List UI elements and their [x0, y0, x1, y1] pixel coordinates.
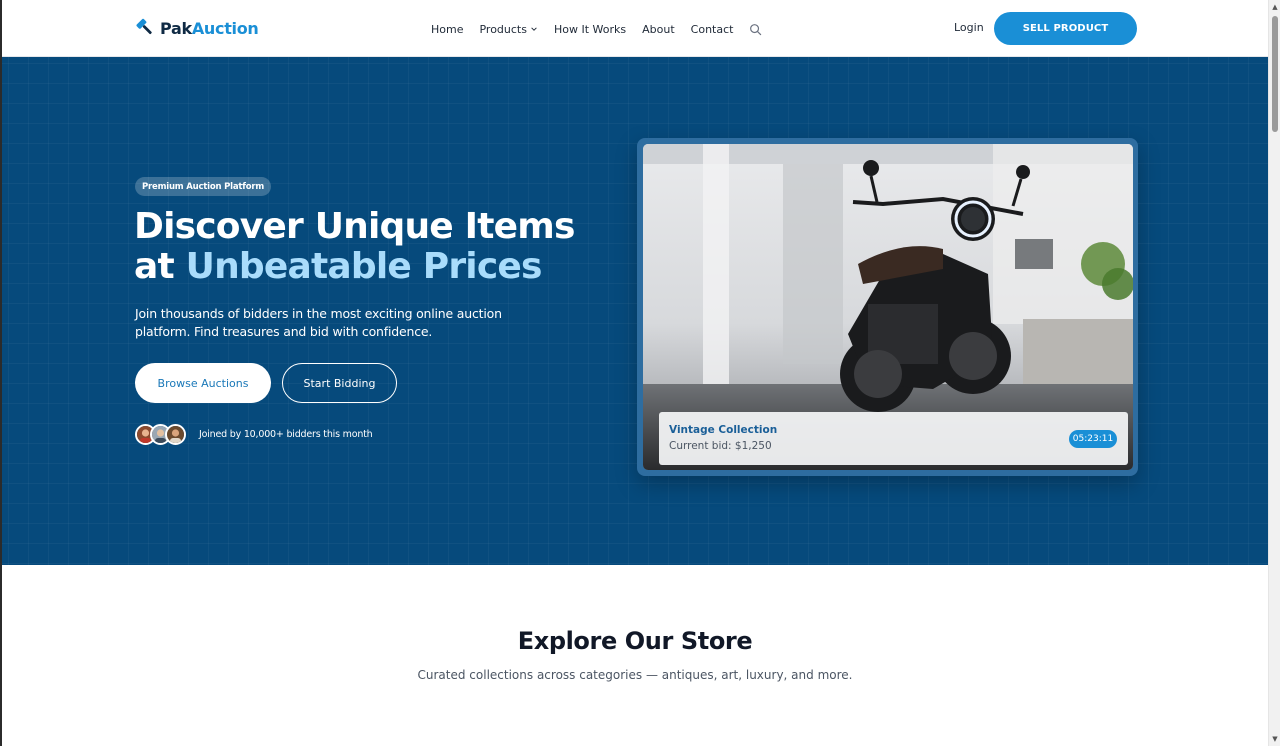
nav-about[interactable]: About [642, 23, 675, 36]
avatar [165, 424, 186, 445]
nav-home[interactable]: Home [431, 23, 463, 36]
start-bidding-button[interactable]: Start Bidding [282, 363, 397, 403]
hero-headline: Discover Unique Items at Unbeatable Pric… [134, 207, 614, 287]
search-icon[interactable] [749, 23, 762, 36]
nav-products-label: Products [479, 22, 527, 36]
countdown-timer: 05:23:11 [1069, 430, 1117, 448]
login-link[interactable]: Login [954, 21, 984, 34]
browse-auctions-button[interactable]: Browse Auctions [135, 363, 271, 403]
sell-product-button[interactable]: SELL PRODUCT [994, 12, 1137, 45]
chevron-down-icon [531, 27, 537, 31]
motorcycle-photo: Vintage Collection Current bid: $1,250 0… [643, 144, 1133, 470]
hero-badge: Premium Auction Platform [135, 177, 272, 196]
headline-highlight: Unbeatable Prices [185, 246, 543, 287]
auction-info-overlay: Vintage Collection Current bid: $1,250 0… [659, 412, 1128, 465]
nav-how-it-works[interactable]: How It Works [554, 23, 626, 36]
auction-title: Vintage Collection [669, 424, 778, 436]
joined-text: Joined by 10,000+ bidders this month [199, 429, 373, 440]
featured-auction-card[interactable]: Vintage Collection Current bid: $1,250 0… [637, 138, 1138, 476]
explore-subtitle: Curated collections across categories — … [417, 668, 853, 682]
main-nav: Home Products How It Works About Contact [431, 20, 762, 38]
headline-line-1: Discover Unique Items [134, 206, 575, 247]
bidder-avatars [135, 424, 186, 445]
scroll-down-arrow-icon[interactable]: ▼ [1269, 732, 1280, 746]
headline-line-2-prefix: at [134, 246, 186, 287]
scrollbar-thumb[interactable] [1272, 16, 1278, 132]
gavel-icon [136, 18, 152, 35]
scroll-up-arrow-icon[interactable]: ▲ [1269, 0, 1280, 14]
brand-logo[interactable]: PakAuction [134, 17, 259, 39]
explore-title: Explore Our Store [517, 627, 753, 655]
hero-section: Premium Auction Platform Discover Unique… [2, 57, 1268, 565]
hero-subtitle: Join thousands of bidders in the most ex… [135, 306, 502, 339]
page-scrollbar[interactable]: ▲ ▼ [1268, 0, 1280, 746]
nav-contact[interactable]: Contact [691, 23, 734, 36]
brand-name: PakAuction [160, 18, 259, 38]
nav-products[interactable]: Products [479, 23, 538, 36]
top-navbar: PakAuction Home Products How It Works Ab… [2, 0, 1268, 57]
current-bid: Current bid: $1,250 [669, 440, 772, 452]
